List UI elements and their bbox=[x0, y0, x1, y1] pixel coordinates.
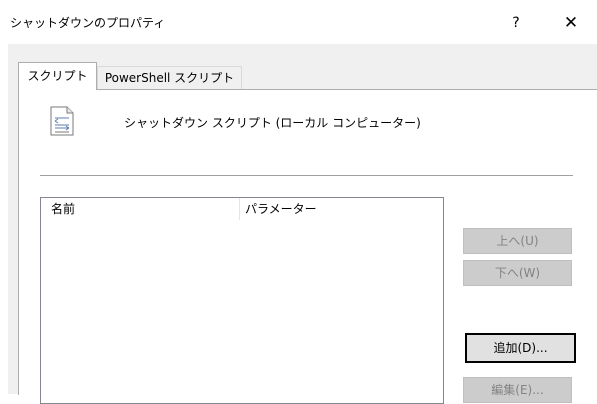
tab-panel: シャットダウン スクリプト (ローカル コンピューター) 名前 パラメーター 上… bbox=[18, 89, 597, 404]
separator bbox=[40, 175, 573, 176]
title-bar: シャットダウンのプロパティ ? ✕ bbox=[0, 0, 597, 44]
window-title: シャットダウンのプロパティ bbox=[10, 16, 166, 30]
column-header-name[interactable]: 名前 bbox=[51, 198, 75, 220]
dialog-client: スクリプト PowerShell スクリプト シャットダウン スクリプト (ロー… bbox=[8, 44, 597, 404]
column-header-parameters[interactable]: パラメーター bbox=[245, 198, 317, 220]
add-button[interactable]: 追加(D)... bbox=[465, 333, 576, 363]
tab-powershell-scripts[interactable]: PowerShell スクリプト bbox=[97, 66, 242, 90]
move-down-button[interactable]: 下へ(W) bbox=[463, 260, 572, 286]
help-button[interactable]: ? bbox=[498, 10, 534, 36]
edit-button[interactable]: 編集(E)... bbox=[463, 377, 572, 403]
tab-scripts[interactable]: スクリプト bbox=[18, 62, 97, 90]
script-list[interactable]: 名前 パラメーター bbox=[40, 197, 444, 404]
close-button[interactable]: ✕ bbox=[553, 10, 589, 36]
script-file-icon bbox=[50, 106, 74, 136]
column-divider[interactable] bbox=[239, 198, 240, 220]
move-up-button[interactable]: 上へ(U) bbox=[463, 228, 572, 254]
script-heading: シャットダウン スクリプト (ローカル コンピューター) bbox=[124, 116, 421, 130]
